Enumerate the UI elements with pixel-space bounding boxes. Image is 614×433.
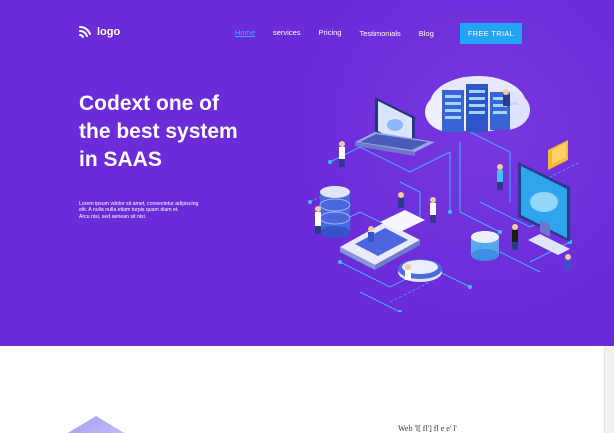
database-icon — [471, 231, 499, 261]
person-icon — [565, 254, 571, 270]
nav-item-services[interactable]: services — [273, 25, 301, 41]
person-icon — [497, 164, 503, 190]
saas-isometric-illustration — [308, 76, 581, 312]
person-icon — [405, 264, 411, 280]
logo-text: logo — [97, 26, 121, 38]
nav-item-testimonials[interactable]: Testimonials — [359, 26, 400, 42]
main-nav: Home services Pricing Testimonials Blog — [235, 24, 452, 42]
person-icon — [339, 141, 345, 167]
hero-description: Lorem ipsum vdolor sit amet, consectetur… — [79, 201, 269, 220]
headline-line: Codext one of — [79, 92, 219, 115]
nav-item-home[interactable]: Home — [235, 25, 255, 41]
monitor-icon — [518, 162, 570, 255]
headline-line: in SAAS — [79, 148, 162, 171]
nav-item-blog[interactable]: Blog — [419, 26, 434, 42]
nav-item-pricing[interactable]: Pricing — [319, 25, 342, 41]
disk-platform-icon — [398, 259, 442, 282]
section-heading-partial: Web 'l[ fl'] fl e e' l' — [398, 424, 457, 433]
person-icon — [430, 197, 436, 223]
scrollbar[interactable] — [604, 346, 614, 433]
person-icon — [315, 206, 321, 234]
free-trial-button[interactable]: FREE TRIAL — [460, 23, 522, 44]
database-stack-icon — [319, 186, 351, 238]
description-line: Arcu nisi, sed aenean sit nisi. — [79, 213, 147, 220]
hero-section: logo Home services Pricing Testimonials … — [0, 0, 614, 346]
hero-headline: Codext one of the best system in SAAS — [79, 90, 299, 174]
logo[interactable]: logo — [78, 25, 120, 39]
logo-icon — [79, 26, 91, 38]
folder-icon — [548, 140, 568, 170]
laptop-icon — [355, 97, 435, 156]
person-icon — [512, 224, 518, 250]
cloud-server-icon — [425, 76, 530, 132]
headline-line: the best system — [79, 120, 238, 143]
